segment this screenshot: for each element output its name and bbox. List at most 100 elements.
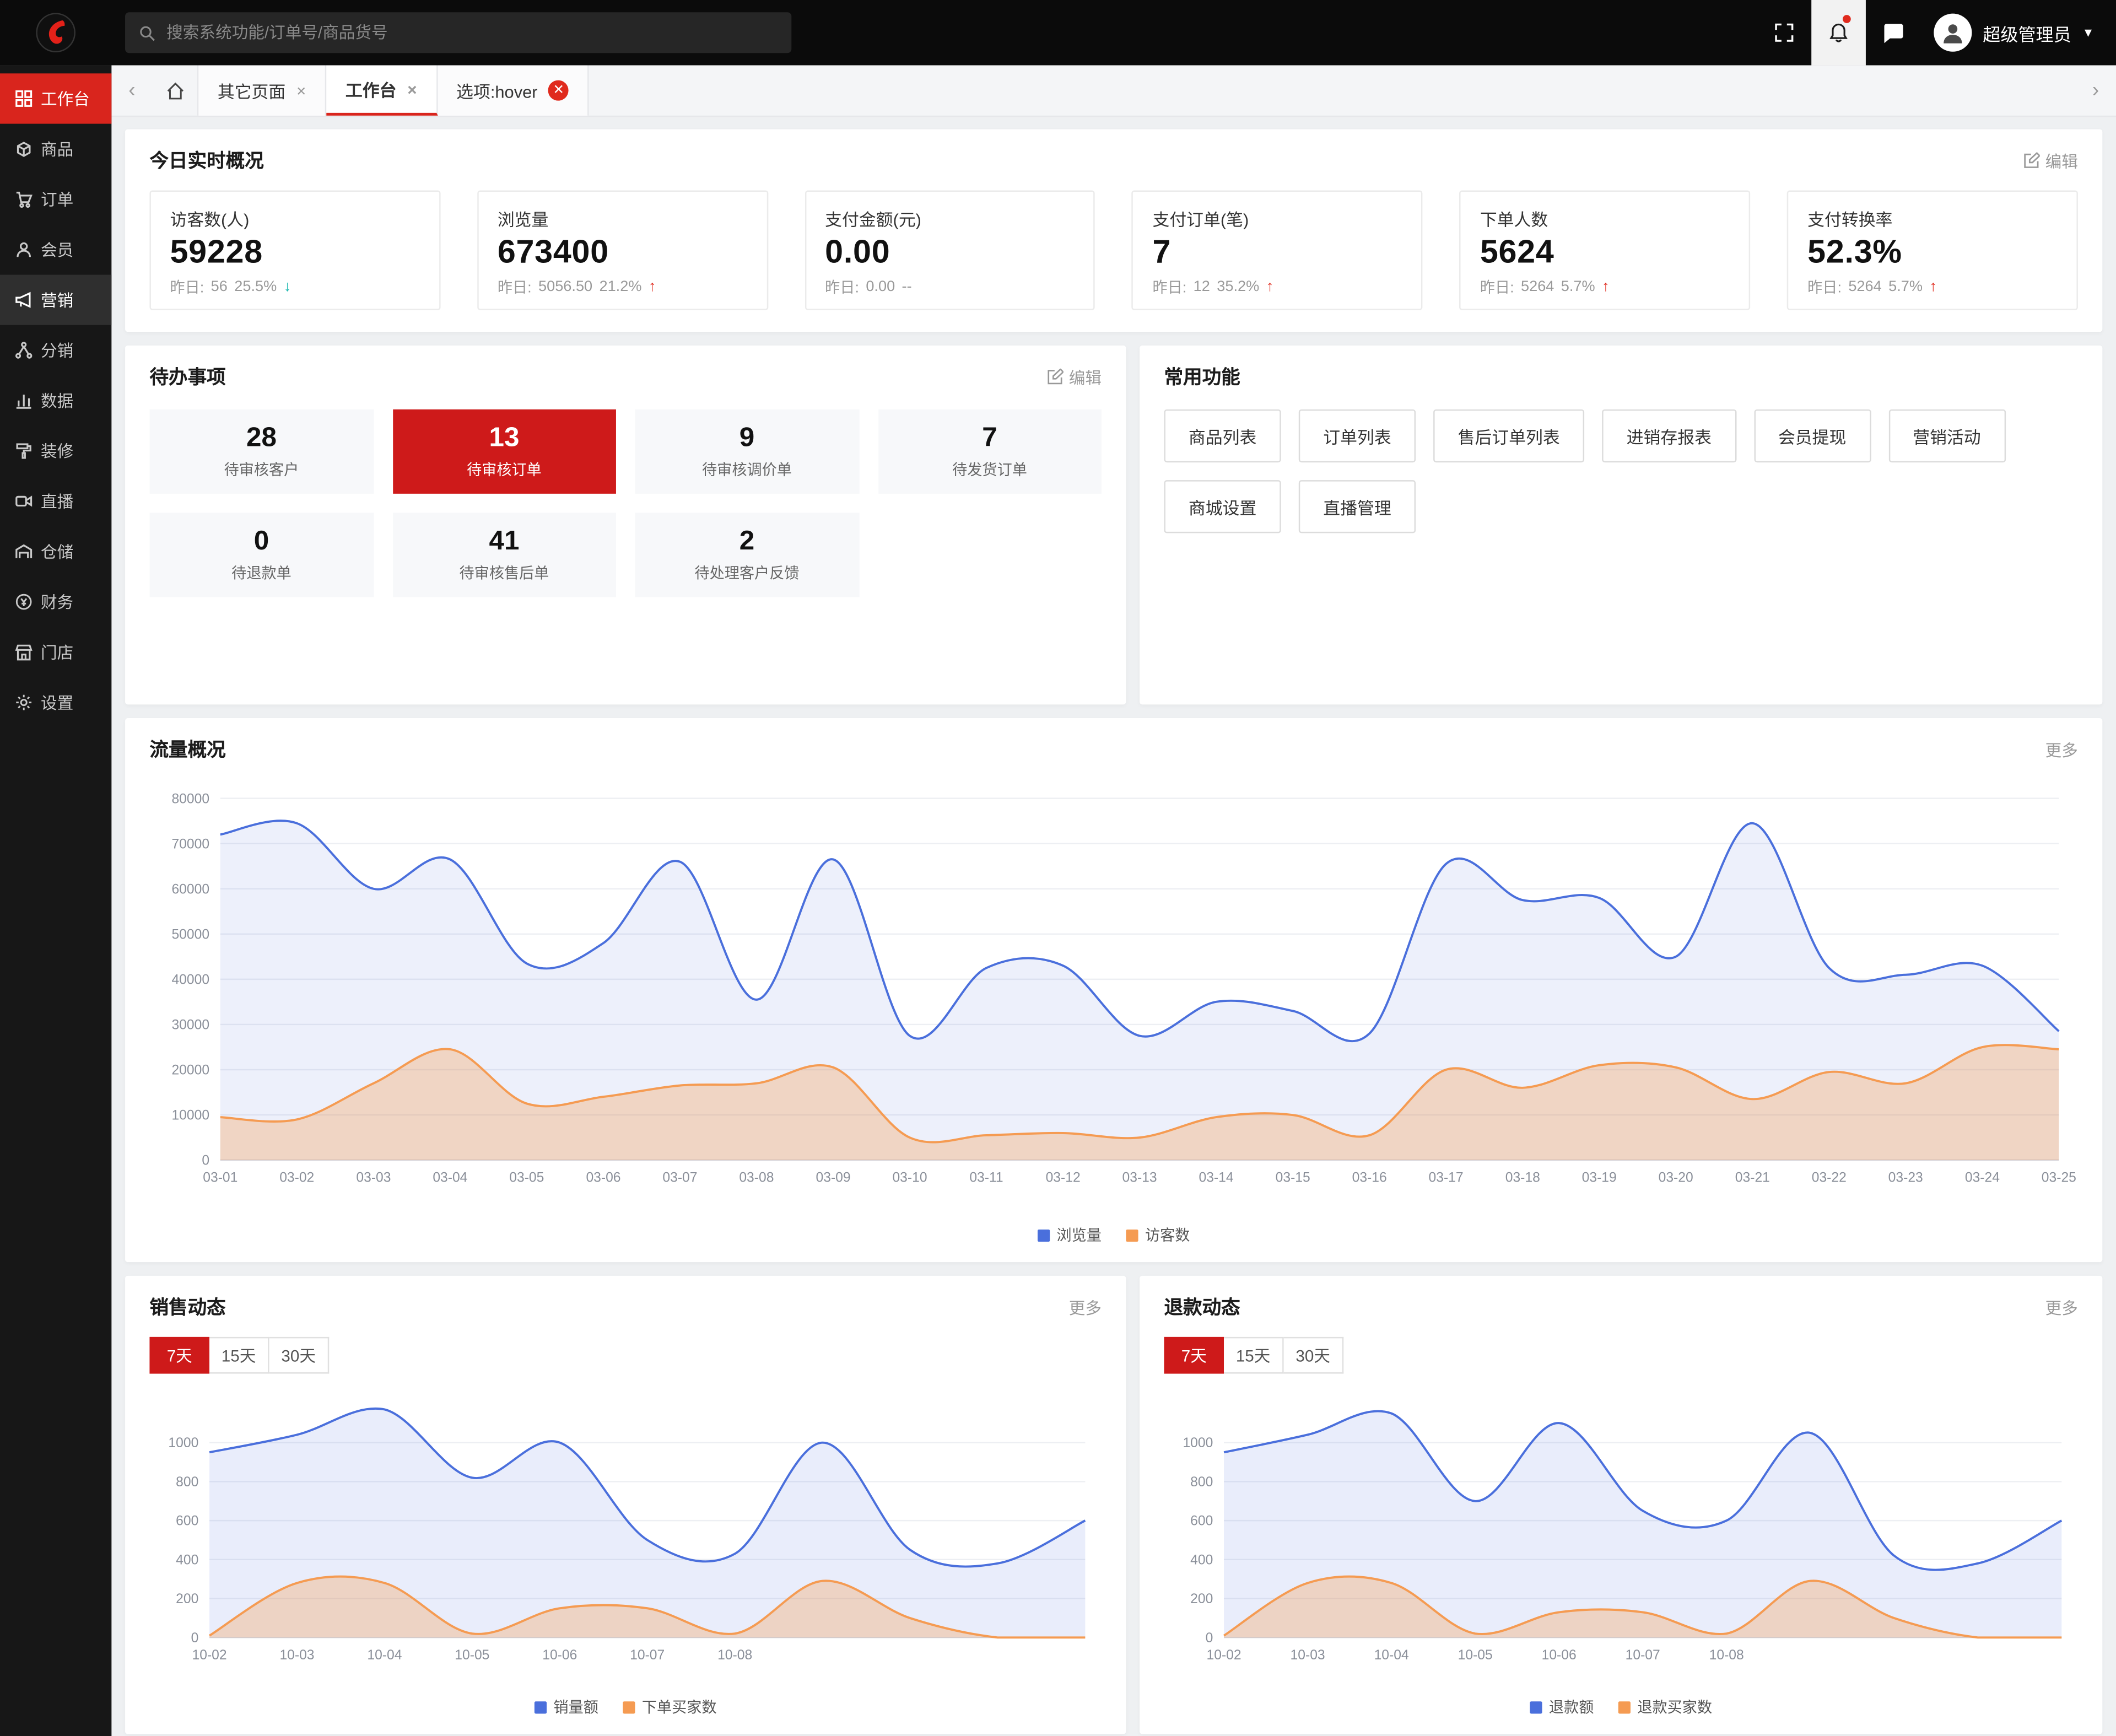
quick-link-mall-settings[interactable]: 商城设置 xyxy=(1164,480,1281,533)
range-tab-15d[interactable]: 15天 xyxy=(209,1337,269,1374)
traffic-more-link[interactable]: 更多 xyxy=(2045,738,2078,761)
sidebar-item-finance[interactable]: 财务 xyxy=(0,576,111,627)
sidebar-item-store[interactable]: 门店 xyxy=(0,627,111,677)
global-search[interactable] xyxy=(125,12,791,53)
stat-footer: 昨日: 0.00 -- xyxy=(825,276,1075,298)
tabs-scroll-right-button[interactable]: › xyxy=(2075,65,2116,115)
quick-link-live-management[interactable]: 直播管理 xyxy=(1299,480,1416,533)
svg-text:10-03: 10-03 xyxy=(279,1648,314,1663)
storefront-icon xyxy=(15,643,33,661)
user-menu[interactable]: 超级管理员 ▼ xyxy=(1920,14,2116,52)
refund-panel: 退款动态 更多 7天 15天 30天 0200400600800100010-0… xyxy=(1140,1276,2102,1734)
notifications-button[interactable] xyxy=(1811,0,1866,65)
stat-footer: 昨日: 5264 5.7% ↑ xyxy=(1807,276,2058,298)
range-tab-7d[interactable]: 7天 xyxy=(149,1337,209,1374)
svg-text:50000: 50000 xyxy=(171,927,209,942)
range-tab-30d[interactable]: 30天 xyxy=(1284,1337,1344,1374)
traffic-legend[interactable]: 浏览量 访客数 xyxy=(125,1219,2102,1262)
sidebar-item-distribution[interactable]: 分销 xyxy=(0,325,111,375)
quick-link-marketing-activity[interactable]: 营销活动 xyxy=(1888,409,2005,462)
coin-icon xyxy=(15,593,33,611)
range-tab-7d[interactable]: 7天 xyxy=(1164,1337,1224,1374)
todo-card-pending-shipment[interactable]: 7 待发货订单 xyxy=(878,409,1102,494)
svg-text:800: 800 xyxy=(176,1475,198,1490)
stats-row: 访客数(人) 59228 昨日: 56 25.5% ↓ 浏览量 673400 xyxy=(125,188,2102,332)
quick-link-order-list[interactable]: 订单列表 xyxy=(1299,409,1416,462)
todo-card-pending-refunds[interactable]: 0 待退款单 xyxy=(149,513,373,597)
stat-card-paid-orders: 支付订单(笔) 7 昨日: 12 35.2% ↑ xyxy=(1132,191,1423,310)
search-input[interactable] xyxy=(166,23,778,42)
sidebar-item-goods[interactable]: 商品 xyxy=(0,124,111,174)
quick-buttons: 商品列表 订单列表 售后订单列表 进销存报表 会员提现 营销活动 商城设置 直播… xyxy=(1140,404,2102,558)
todo-card-pending-feedback[interactable]: 2 待处理客户反馈 xyxy=(635,513,859,597)
refund-more-link[interactable]: 更多 xyxy=(2045,1296,2078,1319)
more-label: 更多 xyxy=(1069,1296,1102,1319)
range-tab-15d[interactable]: 15天 xyxy=(1224,1337,1284,1374)
svg-text:600: 600 xyxy=(176,1514,198,1529)
sidebar-item-decorate[interactable]: 装修 xyxy=(0,425,111,476)
sidebar-item-data[interactable]: 数据 xyxy=(0,375,111,425)
edit-todo-button[interactable]: 编辑 xyxy=(1047,365,1102,389)
stat-label: 下单人数 xyxy=(1480,206,1730,231)
sidebar-item-members[interactable]: 会员 xyxy=(0,224,111,274)
svg-text:03-08: 03-08 xyxy=(739,1171,774,1185)
todo-card-pending-orders[interactable]: 13 待审核订单 xyxy=(392,409,616,494)
quick-link-inventory-report[interactable]: 进销存报表 xyxy=(1602,409,1736,462)
quick-link-goods-list[interactable]: 商品列表 xyxy=(1164,409,1281,462)
sidebar-item-workbench[interactable]: 工作台 xyxy=(0,73,111,123)
username-label: 超级管理员 xyxy=(1983,20,2071,46)
sidebar-item-live[interactable]: 直播 xyxy=(0,476,111,526)
sidebar-item-marketing[interactable]: 营销 xyxy=(0,275,111,325)
svg-text:1000: 1000 xyxy=(1183,1436,1213,1451)
megaphone-icon xyxy=(15,291,33,309)
legend-item[interactable]: 访客数 xyxy=(1126,1224,1190,1246)
todo-card-pending-price-adjust[interactable]: 9 待审核调价单 xyxy=(635,409,859,494)
svg-text:10-05: 10-05 xyxy=(1458,1648,1493,1663)
tab-option-hover[interactable]: 选项:hover ✕ xyxy=(438,65,590,115)
messages-button[interactable] xyxy=(1866,0,1920,65)
home-tab-button[interactable] xyxy=(152,65,198,115)
stat-footer: 昨日: 5056.50 21.2% ↑ xyxy=(498,276,748,298)
legend-swatch xyxy=(1038,1230,1050,1242)
brand-logo[interactable] xyxy=(0,12,111,53)
fullscreen-button[interactable] xyxy=(1757,0,1812,65)
close-icon[interactable]: × xyxy=(407,79,417,99)
stat-value: 5624 xyxy=(1480,234,1730,272)
todo-card-pending-customers[interactable]: 28 待审核客户 xyxy=(149,409,373,494)
stat-value: 52.3% xyxy=(1807,234,2058,272)
close-badge-icon[interactable]: ✕ xyxy=(548,80,569,101)
legend-item[interactable]: 下单买家数 xyxy=(623,1696,716,1717)
sidebar-item-settings[interactable]: 设置 xyxy=(0,677,111,727)
legend-item[interactable]: 浏览量 xyxy=(1038,1224,1102,1246)
legend-item[interactable]: 退款额 xyxy=(1530,1696,1594,1717)
todo-card-pending-aftersale[interactable]: 41 待审核售后单 xyxy=(392,513,616,597)
svg-text:03-10: 03-10 xyxy=(892,1171,927,1185)
refund-legend[interactable]: 退款额 退款买家数 xyxy=(1140,1691,2102,1734)
sales-legend[interactable]: 销量额 下单买家数 xyxy=(125,1691,1126,1734)
sidebar-item-orders[interactable]: 订单 xyxy=(0,174,111,224)
svg-text:03-01: 03-01 xyxy=(203,1171,237,1185)
chat-icon xyxy=(1881,21,1904,44)
legend-item[interactable]: 退款买家数 xyxy=(1618,1696,1712,1717)
close-icon[interactable]: × xyxy=(296,81,306,100)
tabs-scroll-left-button[interactable]: ‹ xyxy=(111,65,152,115)
svg-text:03-20: 03-20 xyxy=(1659,1171,1693,1185)
sidebar-item-label: 仓储 xyxy=(41,540,73,563)
quick-link-member-withdrawal[interactable]: 会员提现 xyxy=(1753,409,1870,462)
tab-other-page[interactable]: 其它页面 × xyxy=(198,65,326,115)
quick-link-aftersale-order-list[interactable]: 售后订单列表 xyxy=(1433,409,1584,462)
tab-workbench[interactable]: 工作台 × xyxy=(326,65,437,115)
legend-item[interactable]: 销量额 xyxy=(535,1696,598,1717)
notification-dot-badge xyxy=(1843,15,1851,23)
range-tab-30d[interactable]: 30天 xyxy=(269,1337,330,1374)
refund-range-tabs: 7天 15天 30天 xyxy=(1140,1334,2102,1384)
svg-text:03-02: 03-02 xyxy=(279,1171,314,1185)
edit-overview-button[interactable]: 编辑 xyxy=(2023,149,2078,172)
sales-more-link[interactable]: 更多 xyxy=(1069,1296,1102,1319)
legend-swatch xyxy=(1126,1230,1138,1242)
stat-change: 25.5% xyxy=(234,279,277,295)
svg-text:03-03: 03-03 xyxy=(356,1171,391,1185)
tab-bar: ‹ 其它页面 × 工作台 × 选项:hover ✕ › xyxy=(111,65,2116,117)
sidebar-item-warehouse[interactable]: 仓储 xyxy=(0,526,111,576)
edit-icon xyxy=(2023,152,2040,169)
